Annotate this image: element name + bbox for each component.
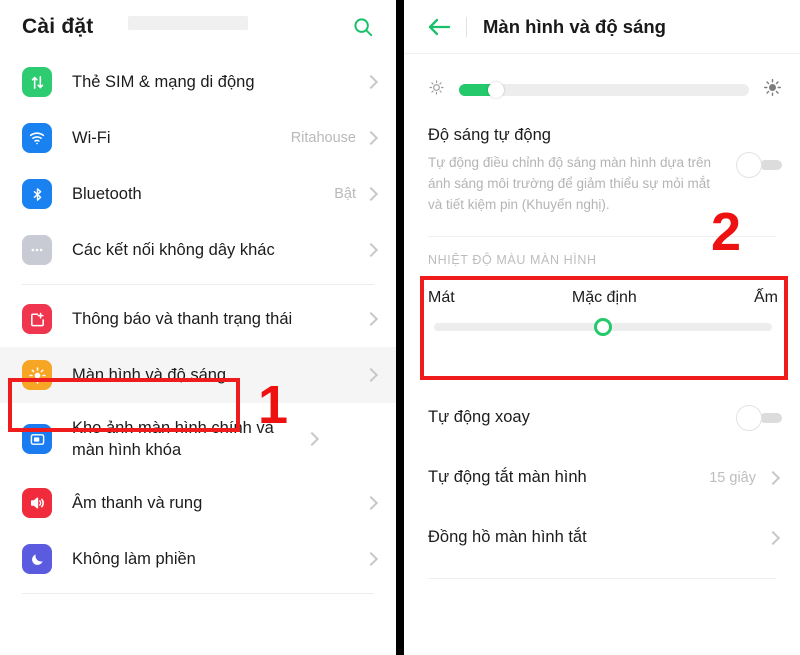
sidebar-item-notifications[interactable]: Thông báo và thanh trạng thái bbox=[0, 291, 396, 347]
auto-brightness-title: Độ sáng tự động bbox=[428, 126, 551, 144]
sound-icon bbox=[22, 488, 52, 518]
list-divider bbox=[22, 284, 374, 285]
brightness-knob[interactable] bbox=[487, 82, 504, 98]
wifi-icon bbox=[22, 123, 52, 153]
sidebar-item-label: Wi-Fi bbox=[72, 128, 111, 147]
more-connections-icon bbox=[22, 235, 52, 265]
search-icon[interactable] bbox=[348, 12, 378, 42]
row-auto-rotate[interactable]: Tự động xoay bbox=[404, 388, 800, 448]
sidebar-item-bluetooth[interactable]: Bluetooth Bật bbox=[0, 166, 396, 222]
chevron-right-icon bbox=[304, 431, 320, 447]
settings-screen: Cài đặt Thẻ SIM & mạng di động Wi-Fi Rit… bbox=[0, 0, 396, 655]
notification-icon bbox=[22, 304, 52, 334]
screen-timeout-value: 15 giây bbox=[709, 469, 756, 486]
toggle-knob bbox=[736, 404, 762, 431]
sidebar-item-label: Thẻ SIM & mạng di động bbox=[72, 72, 255, 91]
back-arrow-icon[interactable] bbox=[426, 16, 452, 38]
list-divider-bottom bbox=[22, 593, 374, 594]
brightness-slider-row[interactable] bbox=[404, 54, 800, 124]
chevron-right-icon bbox=[363, 311, 379, 327]
color-temp-label-cool: Mát bbox=[428, 288, 455, 306]
color-temperature-labels: Mát Mặc định Ấm bbox=[428, 289, 778, 307]
row-screen-timeout[interactable]: Tự động tắt màn hình 15 giây bbox=[404, 448, 800, 508]
annotation-number-1: 1 bbox=[258, 375, 289, 435]
toggle-track bbox=[760, 160, 782, 170]
row-label: Đồng hồ màn hình tắt bbox=[428, 528, 587, 547]
sidebar-item-sound[interactable]: Âm thanh và rung bbox=[0, 475, 396, 531]
sidebar-item-sim[interactable]: Thẻ SIM & mạng di động bbox=[0, 54, 396, 110]
sidebar-item-label: Bluetooth bbox=[72, 184, 142, 203]
sidebar-item-do-not-disturb[interactable]: Không làm phiền bbox=[0, 531, 396, 587]
toggle-knob bbox=[736, 152, 762, 178]
header-divider bbox=[466, 16, 467, 37]
color-temp-label-warm: Ấm bbox=[754, 288, 778, 306]
toggle-track bbox=[760, 412, 782, 423]
auto-brightness-text: Độ sáng tự động Tự động điều chỉnh độ sá… bbox=[428, 126, 736, 216]
brightness-high-icon bbox=[763, 78, 782, 102]
auto-brightness-description: Tự động điều chỉnh độ sáng màn hình dựa … bbox=[428, 155, 712, 212]
page-title: Màn hình và độ sáng bbox=[483, 15, 666, 37]
sidebar-item-wallpaper[interactable]: Kho ảnh màn hình chính và màn hình khóa bbox=[0, 403, 396, 475]
section-divider-2 bbox=[428, 378, 776, 380]
chevron-right-icon bbox=[765, 470, 781, 485]
color-temp-label-default: Mặc định bbox=[571, 288, 637, 306]
chevron-right-icon bbox=[363, 186, 379, 202]
sidebar-item-label: Các kết nối không dây khác bbox=[72, 240, 275, 259]
bluetooth-icon bbox=[22, 179, 52, 209]
sidebar-item-display-brightness[interactable]: Màn hình và độ sáng bbox=[0, 347, 396, 403]
row-clipped-bottom[interactable] bbox=[404, 607, 800, 621]
chevron-right-icon bbox=[363, 74, 379, 90]
settings-header: Cài đặt bbox=[0, 0, 396, 54]
chevron-right-icon bbox=[363, 130, 379, 146]
display-screen-header: Màn hình và độ sáng bbox=[404, 0, 800, 54]
chevron-right-icon bbox=[363, 367, 379, 383]
bluetooth-state-value: Bật bbox=[334, 186, 356, 202]
sim-card-icon bbox=[22, 67, 52, 97]
header-placeholder-block bbox=[128, 16, 248, 30]
color-temperature-knob[interactable] bbox=[594, 317, 612, 336]
annotation-number-2: 2 bbox=[711, 202, 742, 262]
wallpaper-icon bbox=[22, 424, 52, 454]
display-brightness-screen: Màn hình và độ sáng Độ sáng tự động Tự đ… bbox=[404, 0, 800, 655]
section-divider-3 bbox=[428, 577, 776, 579]
chevron-right-icon bbox=[363, 495, 379, 511]
row-screen-off-clock[interactable]: Đồng hồ màn hình tắt bbox=[404, 508, 800, 568]
display-brightness-icon bbox=[22, 360, 52, 390]
screenshot-root: Cài đặt Thẻ SIM & mạng di động Wi-Fi Rit… bbox=[0, 0, 800, 655]
sidebar-item-other-connections[interactable]: Các kết nối không dây khác bbox=[0, 222, 396, 278]
auto-rotate-toggle[interactable] bbox=[736, 404, 782, 431]
wifi-network-value: Ritahouse bbox=[290, 130, 356, 146]
settings-list: Thẻ SIM & mạng di động Wi-Fi Ritahouse B… bbox=[0, 54, 396, 594]
sidebar-item-label: Thông báo và thanh trạng thái bbox=[72, 309, 293, 328]
sidebar-item-label: Âm thanh và rung bbox=[72, 493, 203, 512]
chevron-right-icon bbox=[765, 530, 781, 545]
row-label: Tự động tắt màn hình bbox=[428, 468, 587, 487]
chevron-right-icon bbox=[363, 242, 379, 258]
auto-brightness-toggle[interactable] bbox=[736, 152, 782, 178]
do-not-disturb-icon bbox=[22, 544, 52, 574]
sidebar-item-label: Màn hình và độ sáng bbox=[72, 365, 227, 384]
row-label: Tự động xoay bbox=[428, 408, 530, 427]
chevron-right-icon bbox=[363, 551, 379, 567]
sidebar-item-label: Không làm phiền bbox=[72, 549, 196, 568]
color-temperature-track[interactable] bbox=[434, 317, 772, 336]
sidebar-item-wifi[interactable]: Wi-Fi Ritahouse bbox=[0, 110, 396, 166]
brightness-track[interactable] bbox=[459, 82, 749, 98]
page-title: Cài đặt bbox=[22, 15, 94, 38]
brightness-low-icon bbox=[428, 79, 445, 101]
